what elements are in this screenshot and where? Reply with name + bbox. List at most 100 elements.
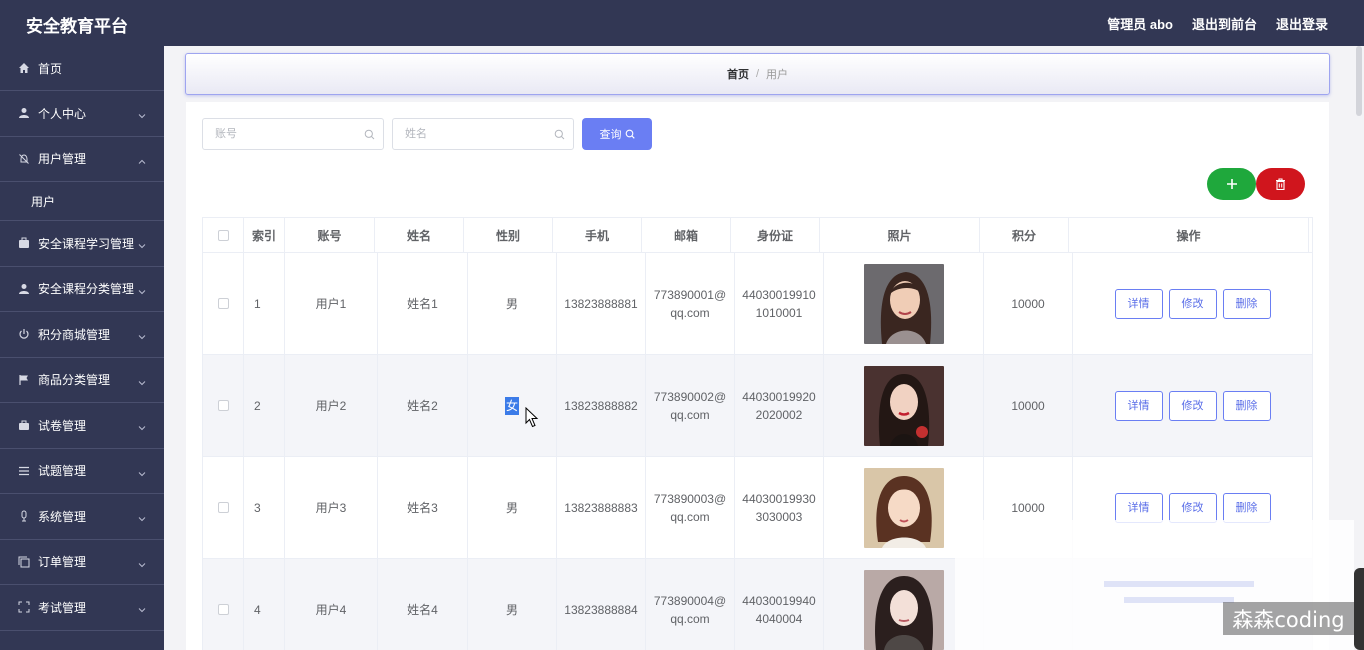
name-search-input[interactable] (393, 119, 543, 149)
name-search-field (392, 118, 574, 150)
trash-icon (1276, 178, 1285, 190)
chevron-down-icon (138, 376, 146, 385)
sidebar-item-label: 试卷管理 (38, 418, 87, 433)
breadcrumb-home[interactable]: 首页 (727, 66, 749, 82)
column-header: 照片 (820, 218, 980, 252)
scrollbar-thumb[interactable] (1356, 46, 1362, 116)
sidebar-item-label: 用户管理 (38, 152, 87, 167)
copy-icon (18, 556, 30, 568)
gender-cell: 男 (468, 559, 557, 650)
sidebar-item-exams[interactable]: 考试管理 (0, 585, 164, 631)
sidebar-subitem-users[interactable]: 用户 (0, 182, 164, 221)
sidebar-item-system[interactable]: 系统管理 (0, 494, 164, 540)
points-cell: 10000 (984, 355, 1073, 456)
suitcase-icon (18, 419, 30, 431)
gender-cell: 男 (468, 457, 557, 558)
breadcrumb: 首页 / 用户 (185, 53, 1330, 95)
select-all-checkbox[interactable] (217, 229, 229, 241)
email-cell: 773890001@qq.com (646, 253, 735, 354)
email-cell: 773890003@qq.com (646, 457, 735, 558)
edit-button[interactable]: 修改 (1168, 492, 1217, 523)
name-cell: 姓名1 (378, 253, 468, 354)
breadcrumb-current: 用户 (766, 69, 789, 81)
account-cell: 用户1 (285, 253, 378, 354)
detail-button[interactable]: 详情 (1114, 390, 1163, 421)
sidebar-item-exam-paper[interactable]: 试卷管理 (0, 403, 164, 449)
user-photo (863, 263, 944, 344)
page-scrollbar[interactable] (1354, 46, 1364, 650)
phone-cell: 13823888883 (557, 457, 646, 558)
sidebar-item-questions[interactable]: 试题管理 (0, 449, 164, 494)
email-cell: 773890002@qq.com (646, 355, 735, 456)
account-search-input[interactable] (203, 119, 353, 149)
index-cell: 4 (244, 559, 285, 650)
row-checkbox[interactable] (217, 604, 229, 615)
batch-delete-button[interactable] (1256, 168, 1305, 200)
sidebar-item-course-study[interactable]: 安全课程学习管理 (0, 221, 164, 267)
account-cell: 用户4 (285, 559, 378, 650)
detail-button[interactable]: 详情 (1114, 492, 1163, 523)
account-cell: 用户3 (285, 457, 378, 558)
sidebar-item-points-mall[interactable]: 积分商城管理 (0, 312, 164, 358)
user-icon (18, 283, 30, 295)
detail-button[interactable]: 详情 (1114, 288, 1163, 319)
account-cell: 用户2 (285, 355, 378, 456)
query-button[interactable]: 查询 (582, 118, 652, 150)
edit-button[interactable]: 修改 (1168, 390, 1217, 421)
column-header: 操作 (1069, 218, 1309, 252)
name-cell: 姓名2 (378, 355, 468, 456)
column-header: 积分 (980, 218, 1069, 252)
chevron-down-icon (138, 330, 146, 340)
edit-button[interactable]: 修改 (1168, 288, 1217, 319)
scroll-handle[interactable] (1354, 568, 1364, 650)
user-photo (863, 467, 944, 548)
sidebar-item-home[interactable]: 首页 (0, 46, 164, 91)
search-icon (554, 129, 565, 140)
phone-cell: 13823888881 (557, 253, 646, 354)
user-icon (18, 107, 30, 119)
plus-icon (1226, 179, 1237, 189)
search-icon (364, 129, 375, 140)
points-cell: 10000 (984, 253, 1073, 354)
home-icon (18, 62, 30, 74)
row-checkbox[interactable] (217, 298, 229, 309)
delete-button[interactable]: 删除 (1222, 288, 1271, 319)
search-icon (625, 129, 635, 139)
query-button-label: 查询 (599, 129, 622, 141)
selected-gender-text: 女 (504, 396, 519, 415)
gender-cell: 男 (468, 253, 557, 354)
sidebar-item-course-category[interactable]: 安全课程分类管理 (0, 267, 164, 312)
delete-button[interactable]: 删除 (1222, 390, 1271, 421)
briefcase-check-icon (18, 237, 30, 249)
account-search-field (202, 118, 384, 150)
row-select-cell (203, 457, 244, 558)
add-button[interactable] (1207, 168, 1256, 200)
sidebar-item-user-management[interactable]: 用户管理 (0, 137, 164, 182)
row-select-cell (203, 355, 244, 456)
row-checkbox[interactable] (217, 400, 229, 411)
header-actions: 管理员 abo 退出到前台 退出登录 (1107, 14, 1328, 33)
chevron-down-icon (138, 603, 146, 613)
chevron-down-icon (138, 239, 146, 249)
select-all-cell (203, 218, 244, 252)
power-icon (18, 328, 30, 340)
sidebar-item-orders[interactable]: 订单管理 (0, 540, 164, 585)
sidebar-item-goods-category[interactable]: 商品分类管理 (0, 358, 164, 403)
menu-icon (18, 465, 30, 477)
chevron-down-icon (138, 285, 146, 294)
row-checkbox[interactable] (217, 502, 229, 513)
email-cell: 773890004@qq.com (646, 559, 735, 650)
logout-link[interactable]: 退出登录 (1276, 14, 1328, 33)
sidebar-item-label: 首页 (38, 61, 63, 76)
delete-button[interactable]: 删除 (1222, 492, 1271, 523)
sidebar-item-profile[interactable]: 个人中心 (0, 91, 164, 137)
breadcrumb-separator: / (755, 68, 760, 80)
sidebar-item-label: 积分商城管理 (38, 327, 111, 342)
mouse-cursor-icon (525, 407, 539, 428)
chevron-down-icon (138, 558, 146, 567)
back-to-front-link[interactable]: 退出到前台 (1192, 14, 1257, 33)
column-header: 手机 (553, 218, 642, 252)
phone-cell: 13823888882 (557, 355, 646, 456)
column-header: 身份证 (731, 218, 820, 252)
bell-off-icon (18, 153, 30, 165)
